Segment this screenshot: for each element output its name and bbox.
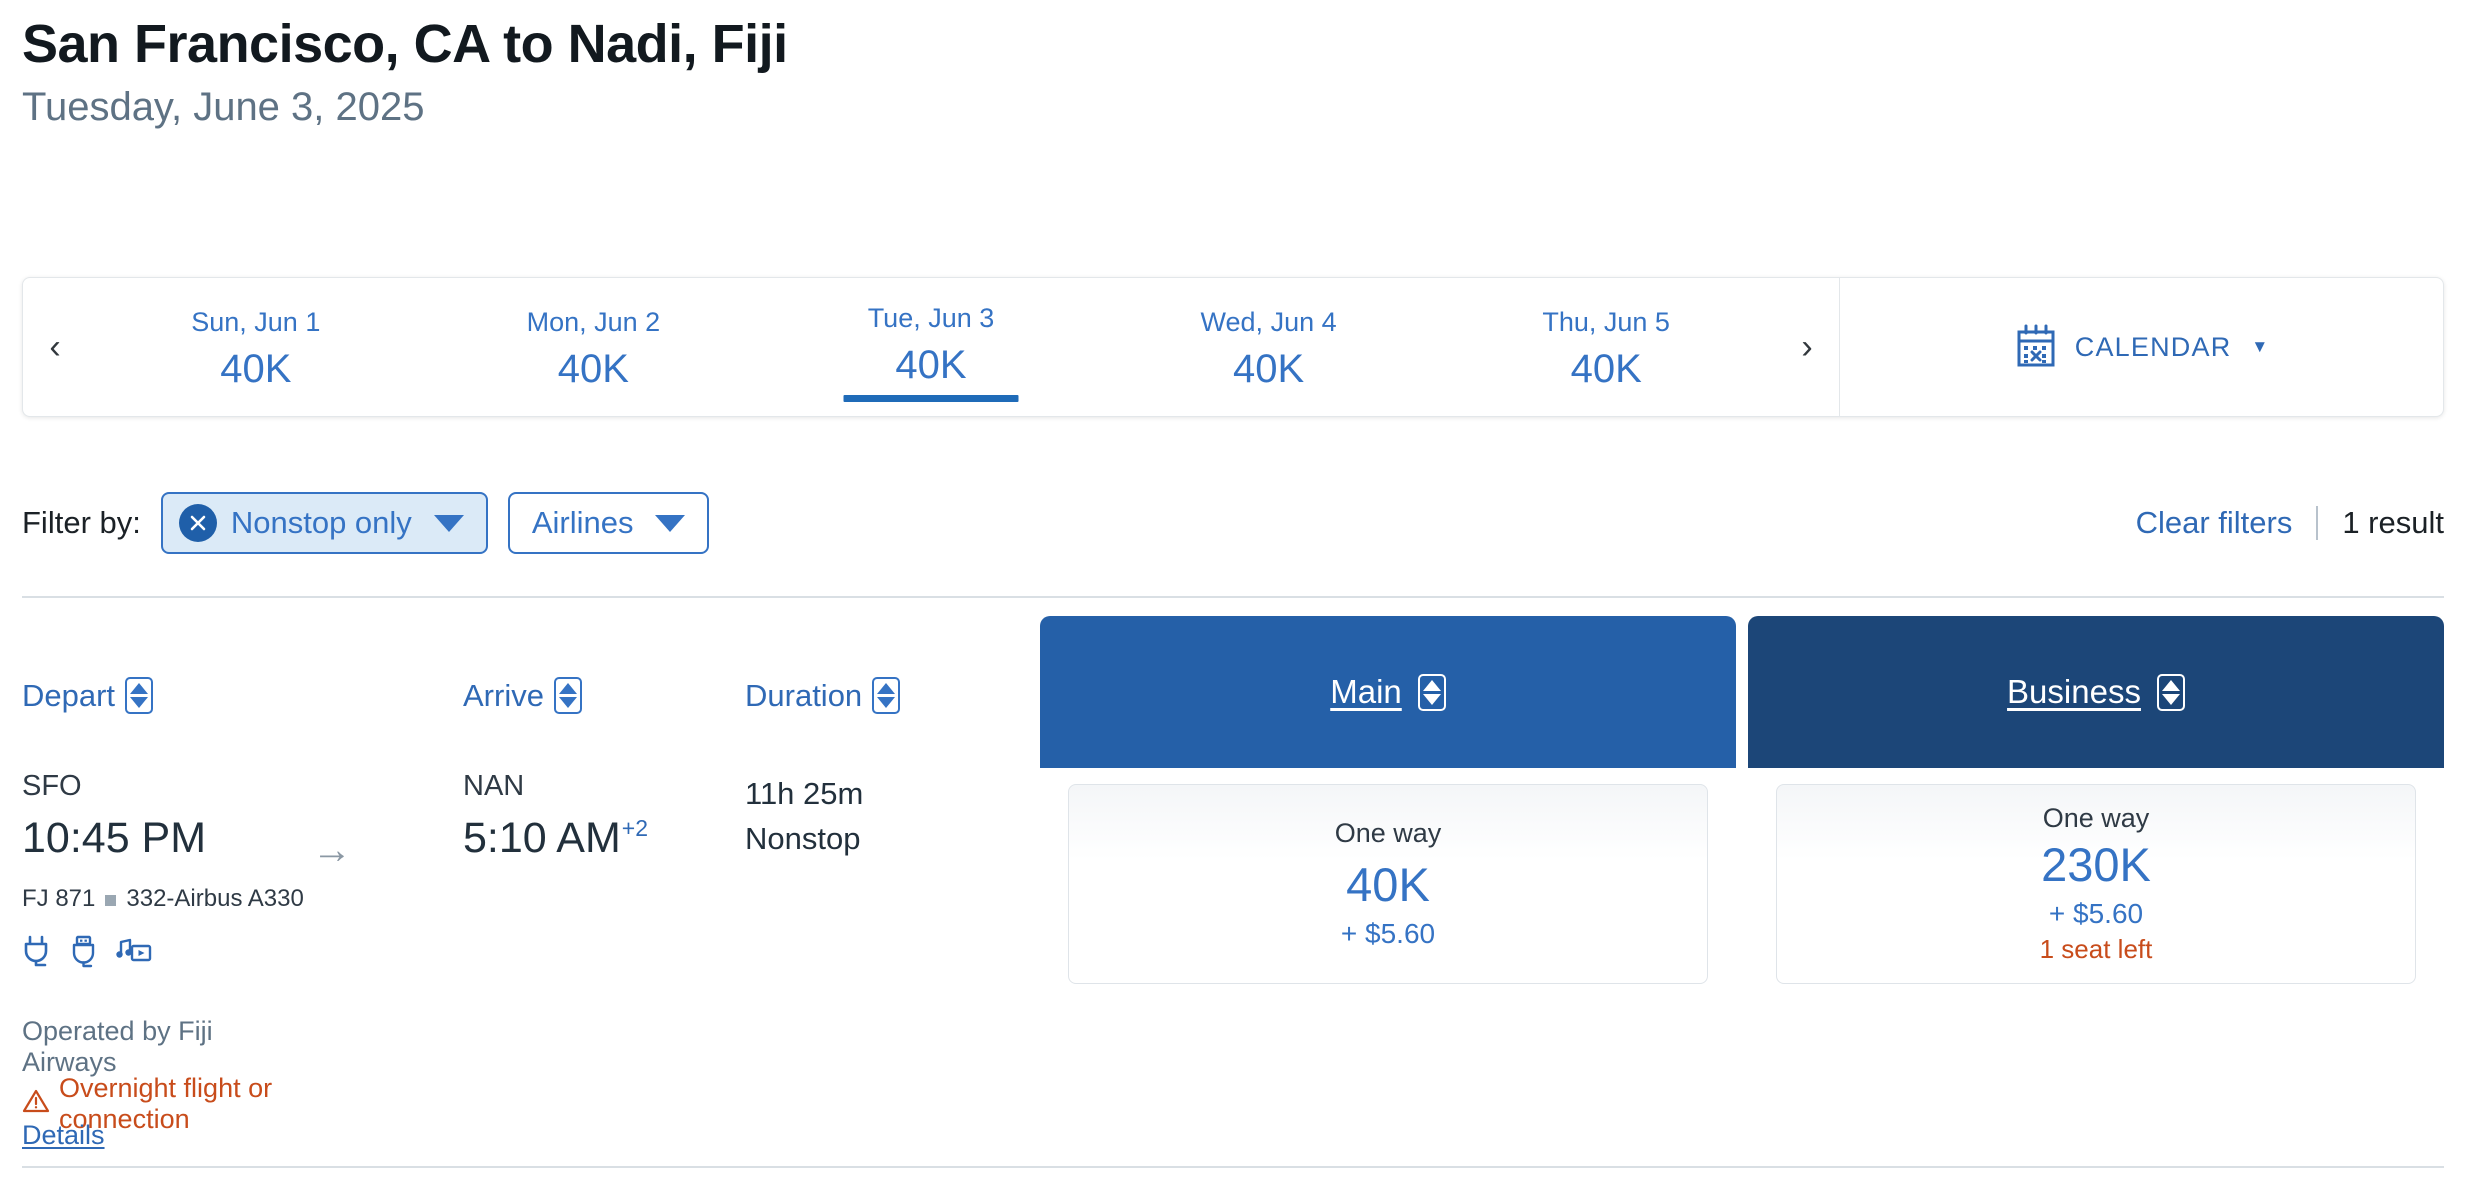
results-table: Depart Arrive Duration Main Business SFO… — [22, 598, 2444, 1166]
fare-price-miles: 230K — [2041, 838, 2151, 892]
arrive-airport-code: NAN — [463, 770, 525, 802]
date-cell-price: 40K — [1232, 347, 1305, 392]
filter-divider — [2316, 506, 2319, 540]
clear-filters-link[interactable]: Clear filters — [2136, 505, 2293, 541]
calendar-icon — [2015, 324, 2057, 371]
fare-class-header-business[interactable]: Business — [1748, 616, 2444, 768]
date-cell-day-label: Mon, Jun 2 — [526, 306, 661, 337]
filter-by-label: Filter by: — [22, 505, 141, 540]
depart-time: 10:45 PM — [22, 813, 207, 862]
calendar-button[interactable]: CALENDAR ▼ — [1840, 278, 2443, 416]
depart-time-line: 10:45 PM — [22, 812, 304, 866]
fare-cell-business[interactable]: One way 230K + $5.60 1 seat left — [1776, 784, 2416, 984]
filter-chip-nonstop-only[interactable]: Nonstop only — [160, 492, 488, 554]
operated-by-label: Operated by Fiji Airways — [22, 1016, 213, 1077]
date-cell-day-label: Sun, Jun 1 — [191, 306, 321, 337]
depart-column: SFO 10:45 PM FJ 871 332-Airbus A330 Oper… — [22, 768, 304, 1150]
fare-trip-type: One way — [2042, 803, 2150, 834]
flight-stops: Nonstop — [745, 820, 861, 856]
date-cell-day-label: Thu, Jun 5 — [1542, 306, 1670, 337]
arrive-column: NAN 5:10 AM +2 — [463, 768, 648, 866]
amenities-list — [22, 935, 304, 974]
date-cell-wed-jun-4[interactable]: Wed, Jun 4 40K — [1100, 278, 1438, 416]
chevron-down-icon: ▼ — [2251, 337, 2269, 356]
depart-airport-code: SFO — [22, 770, 82, 802]
seats-left-badge: 1 seat left — [2039, 934, 2153, 965]
date-strip: ‹ Sun, Jun 1 40K Mon, Jun 2 40K Tue, Jun… — [22, 277, 2444, 417]
sort-descending-arrow — [1422, 693, 1441, 705]
separator-square-icon — [105, 894, 117, 906]
filter-bar: Filter by: Nonstop only Airlines Clear f… — [22, 468, 2444, 578]
usb-port-icon[interactable] — [70, 935, 98, 974]
next-dates-button[interactable]: › — [1775, 328, 1839, 367]
date-cell-sun-jun-1[interactable]: Sun, Jun 1 40K — [87, 278, 425, 416]
fare-class-headers: Main Business — [22, 616, 2444, 768]
sort-updown-icon[interactable] — [1417, 673, 1446, 711]
sort-descending-arrow — [2161, 693, 2180, 705]
page-title: San Francisco, CA to Nadi, Fiji — [22, 14, 788, 74]
sort-ascending-arrow — [2161, 679, 2180, 691]
chevron-down-icon — [433, 514, 464, 532]
flight-duration: 11h 25m — [745, 776, 864, 811]
filter-chip-airlines[interactable]: Airlines — [507, 492, 710, 554]
date-cell-day-label: Tue, Jun 3 — [867, 302, 995, 333]
prev-dates-button[interactable]: ‹ — [23, 328, 87, 367]
flight-search-results-page: San Francisco, CA to Nadi, Fiji Tuesday,… — [0, 0, 2466, 1182]
page-subtitle-date: Tuesday, June 3, 2025 — [22, 85, 425, 130]
flight-number-row: FJ 871 332-Airbus A330 — [22, 885, 304, 913]
depart-arrive-arrow-icon: → — [312, 828, 352, 872]
warning-triangle-icon — [22, 1088, 50, 1121]
filter-bar-right: Clear filters 1 result — [2136, 505, 2444, 541]
results-table-header: Depart Arrive Duration Main Business — [22, 598, 2444, 768]
sort-ascending-arrow — [1422, 679, 1441, 691]
filter-chip-label: Nonstop only — [230, 505, 412, 540]
fare-taxes: + $5.60 — [1340, 917, 1436, 949]
fare-price-miles: 40K — [1346, 857, 1430, 911]
filter-chip-label: Airlines — [531, 505, 634, 540]
date-cell-price: 40K — [895, 343, 967, 388]
fare-class-label: Main — [1330, 673, 1402, 710]
entertainment-icon[interactable] — [116, 937, 152, 972]
aircraft-type: 332-Airbus A330 — [126, 885, 304, 913]
flight-number: FJ 871 — [22, 885, 96, 913]
date-cell-mon-jun-2[interactable]: Mon, Jun 2 40K — [425, 278, 763, 416]
date-scroller: ‹ Sun, Jun 1 40K Mon, Jun 2 40K Tue, Jun… — [23, 278, 1839, 416]
arrive-time: 5:10 AM — [463, 813, 621, 862]
arrive-day-offset: +2 — [621, 814, 648, 841]
date-cell-list: Sun, Jun 1 40K Mon, Jun 2 40K Tue, Jun 3… — [87, 278, 1775, 416]
result-count-label: 1 result — [2342, 505, 2444, 540]
details-link[interactable]: Details — [22, 1120, 105, 1151]
date-cell-thu-jun-5[interactable]: Thu, Jun 5 40K — [1437, 278, 1775, 416]
duration-column: 11h 25m Nonstop — [745, 768, 863, 862]
fare-class-label: Business — [2007, 673, 2141, 710]
close-circle-icon[interactable] — [178, 504, 217, 542]
power-outlet-icon[interactable] — [22, 935, 52, 974]
date-cell-price: 40K — [557, 347, 629, 392]
fare-cell-main[interactable]: One way 40K + $5.60 — [1068, 784, 1708, 984]
arrive-time-line: 5:10 AM +2 — [463, 812, 648, 866]
fare-class-header-main[interactable]: Main — [1040, 616, 1736, 768]
date-cell-price: 40K — [1570, 347, 1642, 392]
page-header: San Francisco, CA to Nadi, Fiji Tuesday,… — [0, 0, 2466, 130]
fare-taxes: + $5.60 — [2048, 898, 2144, 930]
sort-updown-icon[interactable] — [2156, 673, 2185, 711]
results-bottom-divider — [22, 1166, 2444, 1168]
calendar-button-label: CALENDAR — [2074, 331, 2232, 362]
date-cell-price: 40K — [220, 347, 292, 392]
date-cell-tue-jun-3[interactable]: Tue, Jun 3 40K — [762, 278, 1100, 416]
date-cell-day-label: Wed, Jun 4 — [1200, 306, 1337, 337]
table-row: SFO 10:45 PM FJ 871 332-Airbus A330 Oper… — [22, 768, 2444, 1166]
chevron-down-icon — [655, 514, 686, 532]
fare-trip-type: One way — [1334, 818, 1442, 849]
